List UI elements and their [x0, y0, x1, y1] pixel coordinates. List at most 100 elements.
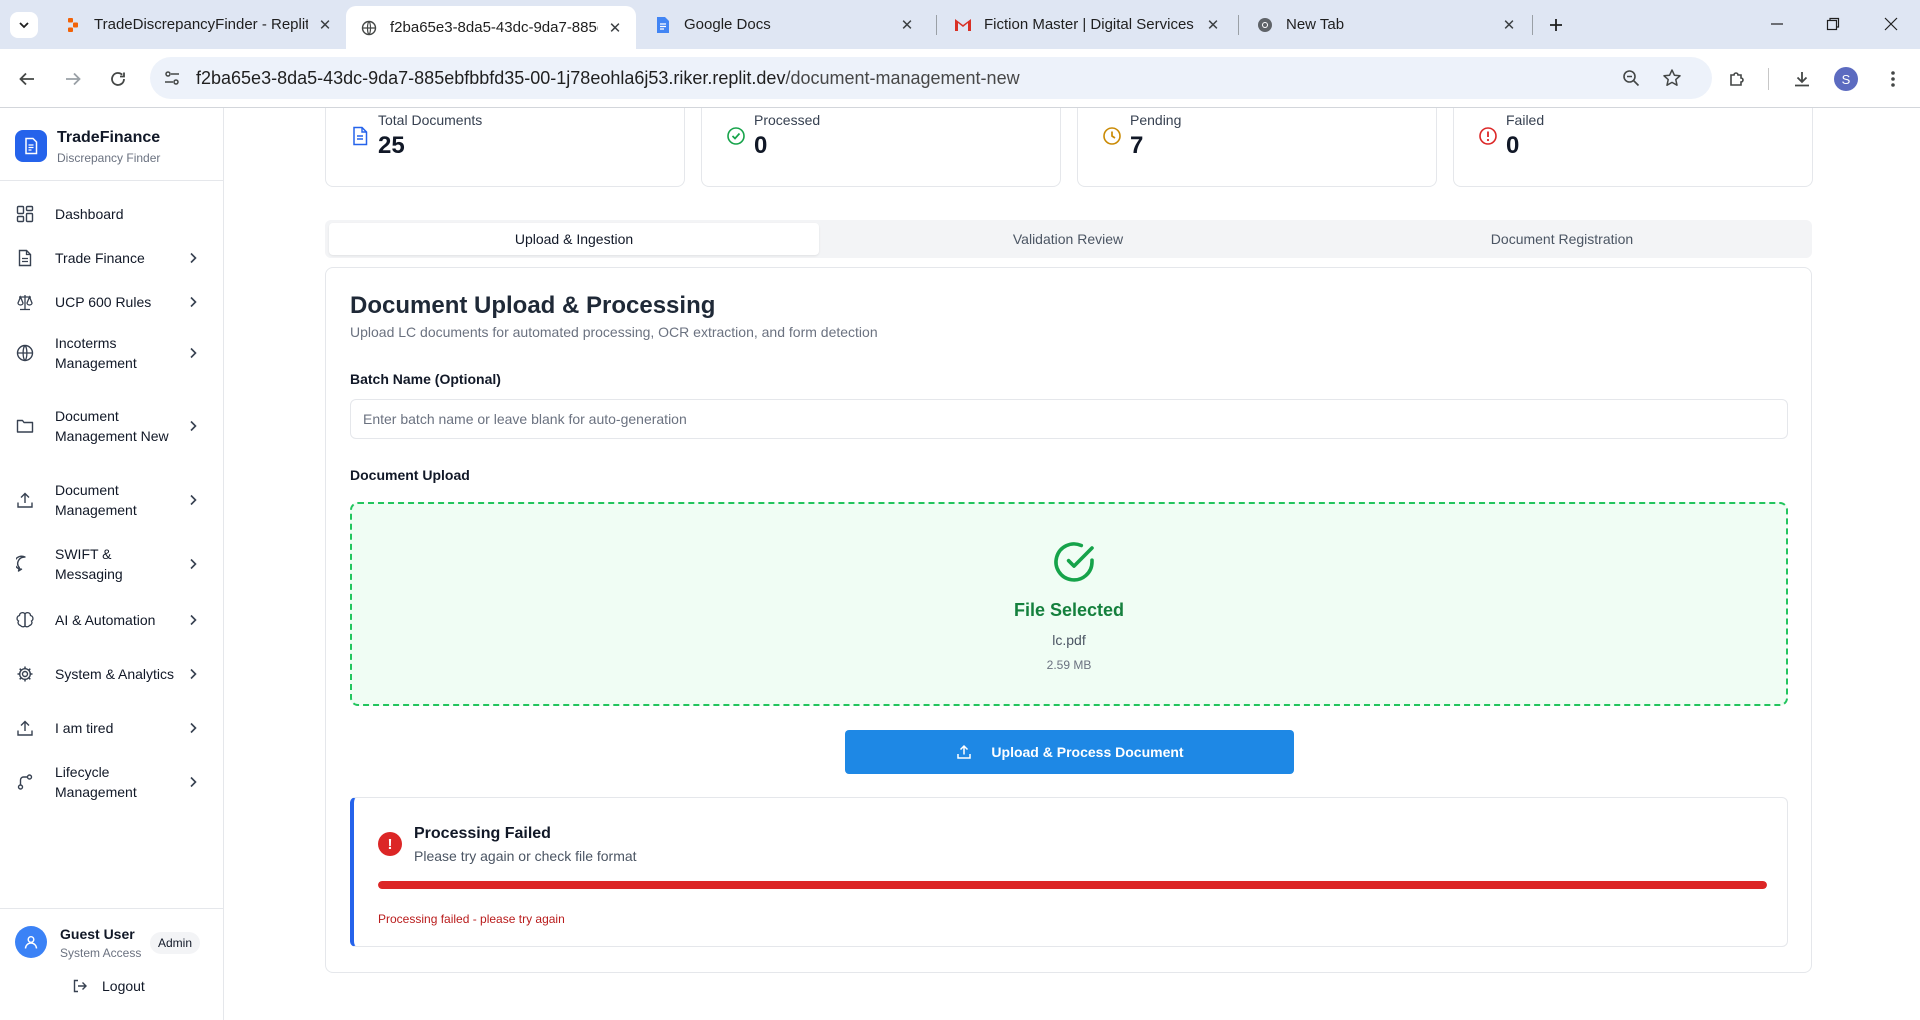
gmail-icon	[954, 16, 972, 34]
sidebar-item-label: Lifecycle Management	[55, 764, 137, 800]
sidebar-item-label: AI & Automation	[55, 612, 156, 628]
stat-label: Processed	[754, 112, 821, 128]
sidebar-item-incoterms-management[interactable]: Incoterms Management	[14, 332, 210, 374]
stat-value: 7	[1130, 132, 1144, 159]
chevron-right-icon	[186, 557, 200, 571]
upload-icon	[14, 717, 36, 739]
brand[interactable]: TradeFinance Discrepancy Finder	[15, 128, 160, 166]
chevron-right-icon	[186, 251, 200, 265]
zoom-icon[interactable]	[1620, 67, 1642, 89]
error-icon: !	[378, 832, 402, 856]
extensions-button[interactable]	[1722, 64, 1752, 94]
batch-name-input[interactable]	[350, 399, 1788, 439]
browser-toolbar: f2ba65e3-8da5-43dc-9da7-885ebfbbfd35-00-…	[0, 49, 1920, 108]
progress-bar	[378, 881, 1767, 889]
close-icon	[1884, 17, 1898, 31]
sidebar-item-i-am-tired[interactable]: I am tired	[14, 714, 210, 742]
browser-tab-gmail[interactable]: Fiction Master | Digital Services ✕	[940, 6, 1234, 43]
google-docs-icon	[654, 16, 672, 34]
minimize-icon	[1771, 23, 1783, 25]
logout-button[interactable]: Logout	[72, 978, 145, 994]
browser-tab-active[interactable]: f2ba65e3-8da5-43dc-9da7-885ebfbbfd35 ✕	[346, 6, 636, 49]
close-icon[interactable]: ✕	[898, 16, 916, 34]
stat-card-total-documents: Total Documents 25	[325, 108, 685, 187]
clock-icon	[1102, 126, 1122, 146]
browser-tab-new-tab[interactable]: New Tab ✕	[1242, 6, 1530, 43]
downloads-button[interactable]	[1787, 64, 1817, 94]
tab-separator	[1532, 15, 1533, 35]
close-window-button[interactable]	[1868, 8, 1914, 40]
upload-panel: Document Upload & Processing Upload LC d…	[325, 267, 1812, 973]
gear-icon	[14, 663, 36, 685]
chevron-down-icon	[19, 22, 29, 29]
file-dropzone[interactable]: File Selected lc.pdf 2.59 MB	[350, 502, 1788, 706]
user-icon	[24, 936, 38, 949]
progress-fill	[378, 881, 1767, 889]
bookmark-star-icon[interactable]	[1661, 67, 1683, 89]
address-bar[interactable]: f2ba65e3-8da5-43dc-9da7-885ebfbbfd35-00-…	[150, 57, 1712, 99]
folder-icon	[14, 415, 36, 437]
sidebar-item-ucp-600-rules[interactable]: UCP 600 Rules	[14, 288, 210, 316]
sidebar-item-lifecycle-management[interactable]: Lifecycle Management	[14, 761, 210, 803]
site-info-icon[interactable]	[162, 68, 182, 88]
close-icon[interactable]: ✕	[1500, 16, 1518, 34]
restore-button[interactable]	[1810, 8, 1856, 40]
status-title: Processing Failed	[414, 825, 551, 842]
reload-button[interactable]	[103, 64, 133, 94]
browser-menu-button[interactable]	[1878, 64, 1908, 94]
tab-document-registration[interactable]: Document Registration	[1317, 223, 1807, 255]
batch-name-label: Batch Name (Optional)	[350, 371, 501, 387]
chevron-right-icon	[186, 419, 200, 433]
sidebar-item-label: System & Analytics	[55, 666, 175, 682]
minimize-button[interactable]	[1754, 8, 1800, 40]
status-subtitle: Please try again or check file format	[414, 848, 637, 864]
check-circle-icon	[726, 126, 746, 146]
sidebar-item-label: SWIFT & Messaging	[55, 546, 123, 582]
stat-card-pending: Pending 7	[1077, 108, 1437, 187]
dashboard-icon	[14, 203, 36, 225]
forward-button[interactable]	[58, 64, 88, 94]
stat-value: 0	[1506, 132, 1520, 159]
tab-validation-review[interactable]: Validation Review	[823, 223, 1313, 255]
stat-value: 25	[378, 132, 405, 159]
close-icon[interactable]: ✕	[606, 19, 624, 37]
close-icon[interactable]: ✕	[1204, 16, 1222, 34]
sidebar-item-system-analytics[interactable]: System & Analytics	[14, 653, 210, 695]
user-role: System Access	[60, 946, 142, 960]
sidebar-item-document-management-new[interactable]: Document Management New	[14, 396, 210, 456]
upload-process-button[interactable]: Upload & Process Document	[845, 730, 1294, 774]
chevron-right-icon	[186, 721, 200, 735]
sidebar-item-trade-finance[interactable]: Trade Finance	[14, 244, 210, 272]
role-badge: Admin	[150, 932, 201, 954]
sidebar-item-swift-messaging[interactable]: SWIFT & Messaging	[14, 543, 210, 585]
document-icon	[14, 247, 36, 269]
stat-card-failed: Failed 0	[1453, 108, 1813, 187]
chevron-right-icon	[186, 346, 200, 360]
chevron-right-icon	[186, 667, 200, 681]
new-tab-button[interactable]	[1542, 12, 1570, 38]
file-icon	[350, 126, 370, 146]
tab-search-button[interactable]	[10, 12, 38, 38]
avatar[interactable]	[15, 926, 47, 958]
browser-tab-replit[interactable]: TradeDiscrepancyFinder - Replit ✕	[50, 6, 346, 43]
sidebar-item-label: Incoterms Management	[55, 335, 137, 371]
sidebar-item-ai-automation[interactable]: AI & Automation	[14, 606, 210, 634]
close-icon[interactable]: ✕	[316, 16, 334, 34]
tab-upload-ingestion[interactable]: Upload & Ingestion	[329, 223, 819, 255]
sidebar-item-dashboard[interactable]: Dashboard	[14, 200, 210, 228]
tab-list: Upload & Ingestion Validation Review Doc…	[325, 220, 1812, 258]
browser-tab-google-docs[interactable]: Google Docs ✕	[640, 6, 928, 43]
tab-title: Fiction Master | Digital Services	[984, 16, 1194, 33]
chrome-icon	[1256, 16, 1274, 34]
plus-icon	[1550, 19, 1562, 31]
file-status: File Selected	[1013, 600, 1125, 620]
back-button[interactable]	[12, 64, 42, 94]
sidebar-item-label: I am tired	[55, 720, 114, 736]
toolbar-divider	[1768, 68, 1769, 90]
user-name: Guest User	[60, 926, 135, 942]
page-title: Document Upload & Processing	[350, 292, 716, 319]
arrow-right-icon	[66, 72, 81, 86]
sidebar-item-document-management[interactable]: Document Management	[14, 479, 210, 521]
reload-icon	[111, 72, 125, 86]
profile-avatar[interactable]: S	[1834, 67, 1858, 91]
